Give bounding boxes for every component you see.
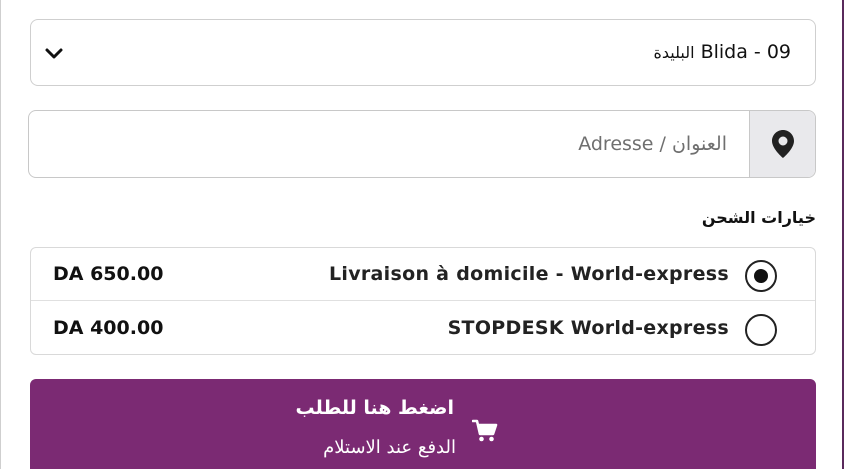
shipping-option-price: DA 400.00 — [53, 317, 164, 339]
radio-selected-dot — [754, 269, 768, 283]
shipping-option-home-delivery[interactable]: DA 650.00 Livraison à domicile - World-e… — [31, 248, 815, 301]
address-field-group — [28, 110, 816, 178]
wilaya-name-ar: البليدة — [653, 43, 695, 62]
wilaya-select[interactable]: البليدة Blida - 09 — [30, 19, 816, 86]
wilaya-selected-value: البليدة Blida - 09 — [653, 41, 791, 63]
shipping-option-price: DA 650.00 — [53, 263, 164, 285]
wilaya-code: 09 — [766, 41, 791, 63]
order-button-subtitle: الدفع عند الاستلام — [323, 437, 456, 458]
shipping-radio-home-delivery[interactable] — [745, 260, 777, 292]
page-left-edge — [0, 0, 1, 469]
shipping-radio-stopdesk[interactable] — [745, 314, 777, 346]
shipping-option-name: Livraison à domicile - World-express — [328, 263, 729, 285]
address-input[interactable] — [29, 111, 749, 177]
cart-icon — [472, 419, 498, 442]
shipping-options-list: DA 650.00 Livraison à domicile - World-e… — [30, 247, 816, 355]
wilaya-name-fr: Blida — [700, 41, 748, 63]
shipping-option-stopdesk[interactable]: DA 400.00 STOPDESK World-express — [31, 302, 815, 355]
order-button[interactable]: اضغط هنا للطلب الدفع عند الاستلام — [30, 379, 816, 469]
shipping-options-title: خيارات الشحن — [701, 208, 816, 227]
map-marker-icon — [772, 130, 794, 158]
address-icon-box — [749, 111, 815, 177]
shipping-option-name: STOPDESK World-express — [447, 317, 729, 339]
order-button-title: اضغط هنا للطلب — [295, 397, 454, 419]
chevron-down-icon — [45, 48, 63, 59]
